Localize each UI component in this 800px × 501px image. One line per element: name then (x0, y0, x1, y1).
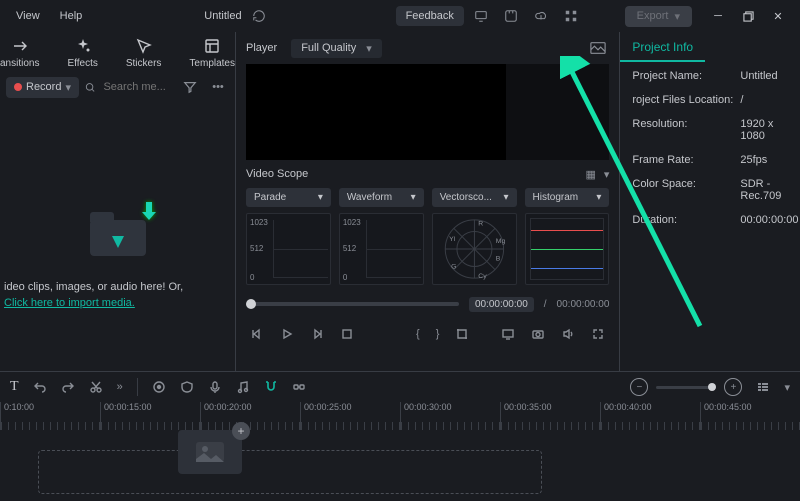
volume-icon[interactable] (561, 327, 575, 341)
info-project-name: Project Name:Untitled (620, 64, 800, 88)
timeline-chevron-icon[interactable]: ▾ (784, 381, 790, 394)
import-hint: ideo clips, images, or audio here! Or, (4, 280, 231, 295)
timecode-current: 00:00:00:00 (469, 297, 534, 312)
tab-effects[interactable]: Effects (67, 36, 97, 69)
camera-icon[interactable] (531, 327, 545, 341)
link-icon[interactable] (292, 380, 306, 394)
svg-text:Yl: Yl (449, 236, 456, 243)
svg-text:G: G (451, 263, 456, 270)
timecode-duration: 00:00:00:00 (557, 299, 610, 310)
prev-frame-button[interactable] (250, 327, 264, 341)
info-frame-rate: Frame Rate:25fps (620, 148, 800, 172)
mic-icon[interactable] (208, 380, 222, 394)
download-arrow-icon (132, 198, 160, 226)
zoom-out-icon[interactable]: − (630, 378, 648, 396)
svg-text:Cy: Cy (478, 273, 487, 280)
brace-close-icon[interactable]: } (436, 328, 440, 340)
scope-vectorscope: R Mg B Cy G Yl (432, 213, 517, 285)
feedback-button[interactable]: Feedback (396, 6, 464, 26)
video-preview[interactable] (246, 64, 609, 160)
snapshot-icon[interactable] (587, 37, 609, 59)
scope-parade-dropdown[interactable]: Parade▾ (246, 188, 331, 207)
text-tool-icon[interactable]: T (10, 379, 19, 395)
tab-transitions[interactable]: ansitions (0, 36, 39, 69)
shield-icon[interactable] (180, 380, 194, 394)
scope-chevron-icon[interactable]: ▾ (604, 168, 610, 181)
svg-text:R: R (478, 221, 483, 228)
search-input[interactable] (85, 80, 173, 94)
title-refresh-icon[interactable] (246, 3, 272, 29)
scope-vectorscope-dropdown[interactable]: Vectorsco...▾ (432, 188, 517, 207)
filter-icon[interactable] (179, 76, 201, 98)
scope-histogram-dropdown[interactable]: Histogram▾ (525, 188, 610, 207)
search-icon (85, 81, 95, 94)
add-clip-button[interactable]: + (232, 422, 250, 440)
asset-tabs: ansitions Effects Stickers Templates (0, 32, 235, 69)
next-frame-button[interactable] (310, 327, 324, 341)
tab-stickers[interactable]: Stickers (126, 36, 162, 69)
undo-icon[interactable] (33, 380, 47, 394)
redo-icon[interactable] (61, 380, 75, 394)
screenshot-icon[interactable] (498, 3, 524, 29)
title-bar: View Help Untitled Feedback Export▾ ─ ✕ (0, 0, 800, 32)
monitor-icon[interactable] (468, 3, 494, 29)
play-button[interactable] (280, 327, 294, 341)
scope-title: Video Scope (246, 168, 308, 180)
display-icon[interactable] (501, 327, 515, 341)
magnet-icon[interactable] (264, 380, 278, 394)
image-icon (196, 442, 224, 462)
record-button[interactable]: Record ▾ (6, 77, 79, 98)
quality-dropdown[interactable]: Full Quality▾ (291, 39, 382, 58)
export-button[interactable]: Export▾ (625, 6, 692, 27)
scope-layout-icon[interactable]: ▦ (585, 168, 595, 181)
zoom-control[interactable]: − + (630, 378, 742, 396)
player-label: Player (246, 42, 277, 54)
info-resolution: Resolution:1920 x 1080 (620, 112, 800, 148)
minimize-button[interactable]: ─ (704, 3, 732, 29)
timecode-sep: / (544, 299, 547, 310)
zoom-in-icon[interactable]: + (724, 378, 742, 396)
scope-waveform-dropdown[interactable]: Waveform▾ (339, 188, 424, 207)
import-drop-zone[interactable]: ideo clips, images, or audio here! Or, C… (0, 105, 235, 371)
scope-histogram (525, 213, 610, 285)
cut-icon[interactable] (89, 380, 103, 394)
seek-bar[interactable] (246, 302, 459, 306)
menu-help[interactable]: Help (52, 6, 91, 26)
project-title: Untitled (204, 10, 241, 22)
svg-text:B: B (495, 256, 500, 263)
fullscreen-icon[interactable] (591, 327, 605, 341)
timeline-ruler[interactable]: 0:10:00 00:00:15:00 00:00:20:00 00:00:25… (0, 402, 800, 430)
scope-waveform: 1023 512 0 (339, 213, 424, 285)
music-icon[interactable] (236, 380, 250, 394)
folder-icon (90, 212, 146, 256)
list-view-icon[interactable] (756, 380, 770, 394)
cloud-icon[interactable] (528, 3, 554, 29)
more-icon[interactable]: ••• (207, 76, 229, 98)
track-drop-zone[interactable] (38, 450, 542, 494)
import-link[interactable]: Click here to import media. (4, 296, 231, 311)
stop-button[interactable] (340, 327, 354, 341)
grid-icon[interactable] (558, 3, 584, 29)
timeline: T » − + ▾ 0:10:00 00:00:15:00 00:00:20:0… (0, 371, 800, 501)
close-button[interactable]: ✕ (764, 3, 792, 29)
svg-text:Mg: Mg (495, 238, 505, 245)
info-files-location: roject Files Location:/ (620, 88, 800, 112)
more-tools-icon[interactable]: » (117, 381, 123, 393)
tab-project-info[interactable]: Project Info (620, 34, 705, 62)
clip-placeholder[interactable]: + (178, 430, 242, 474)
menu-view[interactable]: View (8, 6, 48, 26)
tab-templates[interactable]: Templates (189, 36, 235, 69)
info-color-space: Color Space:SDR - Rec.709 (620, 172, 800, 208)
crop-icon[interactable] (455, 327, 469, 341)
brace-open-icon[interactable]: { (416, 328, 420, 340)
info-duration: Duration:00:00:00:00 (620, 208, 800, 232)
marker-icon[interactable] (152, 380, 166, 394)
record-dot-icon (14, 83, 22, 91)
scope-parade: 1023 512 0 (246, 213, 331, 285)
maximize-button[interactable] (734, 3, 762, 29)
